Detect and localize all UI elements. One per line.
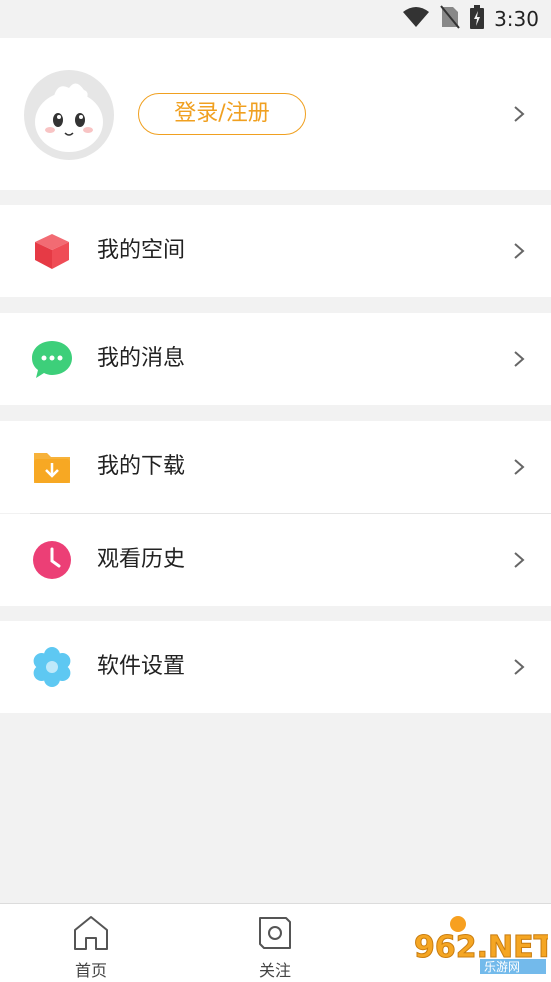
home-icon — [72, 914, 110, 952]
chat-bubble-icon — [32, 339, 72, 379]
no-sim-icon — [440, 5, 460, 33]
chevron-right-icon — [513, 458, 525, 476]
chevron-right-icon — [513, 242, 525, 260]
chevron-right-icon — [513, 658, 525, 676]
avatar[interactable] — [24, 70, 114, 160]
chevron-right-icon — [513, 350, 525, 368]
download-folder-icon — [32, 447, 72, 487]
cube-icon — [32, 231, 72, 271]
menu-item-label: 软件设置 — [97, 654, 186, 679]
menu-item-watch-history[interactable]: 观看历史 — [0, 514, 551, 606]
menu-item-label: 观看历史 — [97, 547, 186, 572]
menu-item-my-space[interactable]: 我的空间 — [0, 205, 551, 297]
tab-label: 关注 — [258, 961, 291, 980]
menu-item-my-downloads[interactable]: 我的下载 — [0, 421, 551, 513]
menu-item-label: 我的空间 — [97, 238, 186, 263]
profile-card[interactable]: 登录/注册 — [0, 38, 551, 190]
tab-label: 首页 — [74, 961, 107, 980]
menu-item-label: 我的消息 — [97, 346, 186, 371]
menu-item-my-messages[interactable]: 我的消息 — [0, 313, 551, 405]
chevron-right-icon — [513, 105, 525, 123]
chevron-right-icon — [513, 551, 525, 569]
status-bar: 3:30 — [0, 0, 551, 38]
watermark-logo: 962.NET 乐游网 — [412, 915, 551, 975]
tab-follow[interactable]: 关注 — [220, 904, 330, 982]
login-register-button[interactable]: 登录/注册 — [138, 93, 306, 135]
wifi-icon — [402, 6, 430, 32]
status-time: 3:30 — [494, 7, 539, 31]
tab-home[interactable]: 首页 — [36, 904, 146, 982]
watermark-subtext: 乐游网 — [484, 960, 520, 974]
avatar-mascot-icon — [35, 83, 103, 152]
flower-gear-icon — [32, 647, 72, 687]
menu-item-label: 我的下载 — [97, 454, 186, 479]
follow-icon — [256, 914, 294, 952]
clock-icon — [32, 540, 72, 580]
battery-charging-icon — [470, 5, 485, 33]
menu-item-settings[interactable]: 软件设置 — [0, 621, 551, 713]
